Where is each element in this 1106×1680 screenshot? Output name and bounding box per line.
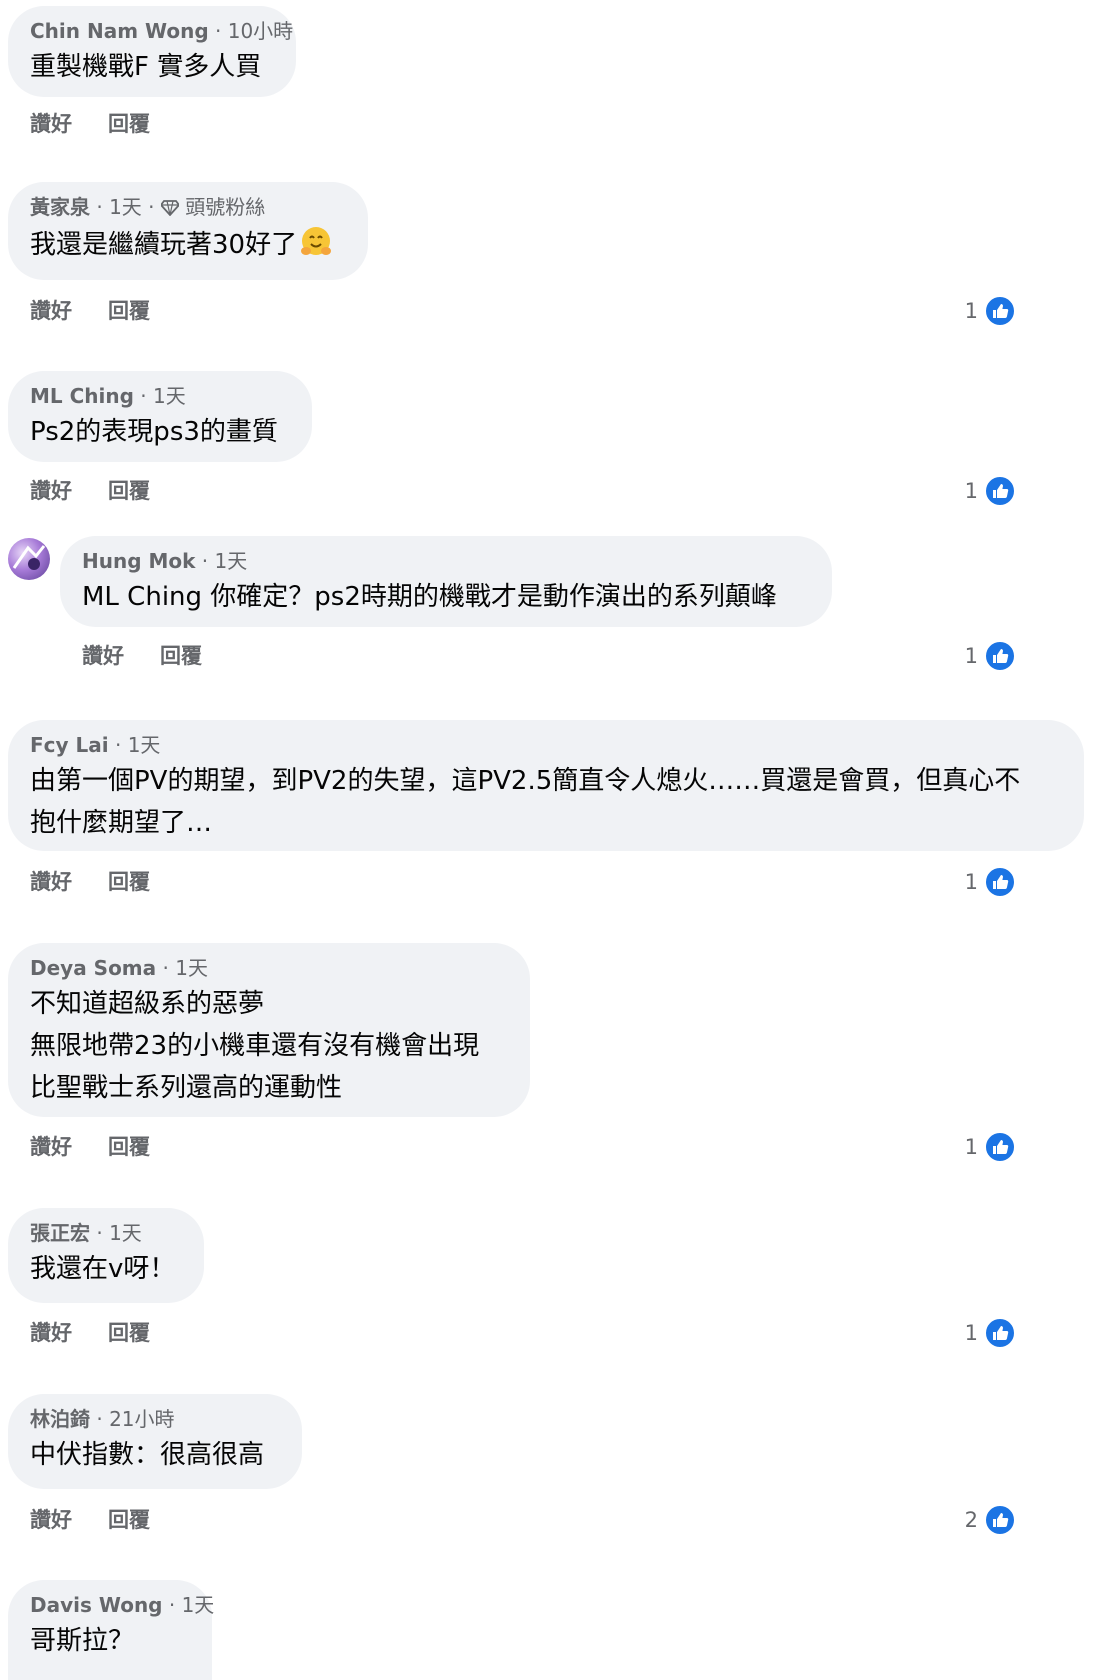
- reply-button[interactable]: 回覆: [108, 1135, 150, 1159]
- like-button[interactable]: 讚好: [30, 870, 72, 894]
- reply-button[interactable]: 回覆: [108, 299, 150, 323]
- reply-button[interactable]: 回覆: [108, 479, 150, 503]
- comment-time[interactable]: 1天: [182, 1593, 215, 1617]
- comment-actions: 讚好 回覆: [82, 643, 202, 669]
- comment-author[interactable]: Chin Nam Wong: [30, 19, 209, 43]
- comment-actions: 讚好 回覆: [30, 869, 150, 895]
- comment-meta: Chin Nam Wong · 10小時: [30, 19, 294, 43]
- comment-bubble: Fcy Lai · 1天 由第一個PV的期望，到PV2的失望，這PV2.5簡直令…: [8, 720, 1084, 851]
- reply-button[interactable]: 回覆: [108, 1321, 150, 1345]
- comment-bubble: Deya Soma · 1天 不知道超級系的惡夢 無限地帶23的小機車還有沒有機…: [8, 943, 530, 1117]
- thumbs-up-icon: [984, 1504, 1016, 1536]
- reaction-number: 2: [964, 1508, 978, 1532]
- comment-author[interactable]: Hung Mok: [82, 549, 195, 573]
- reaction-count[interactable]: 1: [936, 475, 1016, 507]
- comment-author[interactable]: ML Ching: [30, 384, 134, 408]
- comment-time[interactable]: 21小時: [109, 1407, 174, 1431]
- reply-button[interactable]: 回覆: [160, 644, 202, 668]
- comment-time[interactable]: 1天: [109, 195, 142, 219]
- reaction-number: 1: [964, 479, 978, 503]
- thumbs-up-icon: [984, 866, 1016, 898]
- comment-author[interactable]: Davis Wong: [30, 1593, 163, 1617]
- comment-bubble: 林泊錡 · 21小時 中伏指數：很高很高: [8, 1394, 302, 1489]
- comment-time[interactable]: 10小時: [228, 19, 293, 43]
- comment-line: 比聖戰士系列還高的運動性: [30, 1073, 343, 1103]
- comment-time[interactable]: 1天: [128, 733, 161, 757]
- like-button[interactable]: 讚好: [30, 112, 72, 136]
- comment-line: 不知道超級系的惡夢: [30, 989, 265, 1019]
- comment-actions: 讚好 回覆: [30, 1507, 150, 1533]
- comment-text: 不知道超級系的惡夢 無限地帶23的小機車還有沒有機會出現 比聖戰士系列還高的運動…: [30, 983, 508, 1109]
- comment-meta: 黃家泉 · 1天 · 頭號粉絲: [30, 194, 346, 222]
- like-button[interactable]: 讚好: [82, 644, 124, 668]
- thumbs-up-icon: [984, 1317, 1016, 1349]
- comment-author[interactable]: 黃家泉: [30, 195, 90, 219]
- like-button[interactable]: 讚好: [30, 1321, 72, 1345]
- comment-line: 無限地帶23的小機車還有沒有機會出現: [30, 1031, 480, 1061]
- reply-button[interactable]: 回覆: [108, 870, 150, 894]
- reaction-count[interactable]: 1: [936, 1131, 1016, 1163]
- thumbs-up-icon: [984, 475, 1016, 507]
- comment-time[interactable]: 1天: [153, 384, 186, 408]
- thumbs-up-icon: [984, 640, 1016, 672]
- diamond-icon: [159, 196, 181, 222]
- comment-time[interactable]: 1天: [109, 1221, 142, 1245]
- comment-text: 重製機戰F 實多人買: [30, 52, 262, 82]
- reaction-number: 1: [964, 644, 978, 668]
- comment-text: 我還在v呀！: [30, 1254, 176, 1284]
- comment-author[interactable]: 張正宏: [30, 1221, 90, 1245]
- comment-text-body: 我還是繼續玩著30好了: [30, 230, 298, 260]
- comment-actions: 讚好 回覆: [30, 1134, 150, 1160]
- comment-actions: 讚好 回覆: [30, 298, 150, 324]
- comment-bubble: 張正宏 · 1天 我還在v呀！: [8, 1208, 204, 1303]
- comment-text: 由第一個PV的期望，到PV2的失望，這PV2.5簡直令人熄火……買還是會買，但真…: [30, 766, 1021, 838]
- comment-time[interactable]: 1天: [215, 549, 248, 573]
- reaction-count[interactable]: 2: [936, 1504, 1016, 1536]
- reaction-number: 1: [964, 870, 978, 894]
- comment-text: 中伏指數：很高很高: [30, 1440, 265, 1470]
- like-button[interactable]: 讚好: [30, 1508, 72, 1532]
- comment-actions: 讚好 回覆: [30, 111, 150, 137]
- comment-meta: Fcy Lai · 1天: [30, 733, 161, 757]
- comment-text: ML Ching 你確定？ps2時期的機戰才是動作演出的系列顛峰: [82, 582, 777, 612]
- comment-meta: ML Ching · 1天: [30, 384, 186, 408]
- comment-bubble: ML Ching · 1天 Ps2的表現ps3的畫質: [8, 371, 312, 462]
- comment-author[interactable]: Deya Soma: [30, 956, 156, 980]
- comment-meta: Davis Wong · 1天: [30, 1593, 215, 1617]
- comment-bubble: Chin Nam Wong · 10小時 重製機戰F 實多人買: [8, 6, 296, 97]
- avatar[interactable]: [8, 538, 50, 580]
- reaction-count[interactable]: 1: [936, 295, 1016, 327]
- reaction-count[interactable]: 1: [936, 640, 1016, 672]
- comment-bubble: Davis Wong · 1天 哥斯拉？: [8, 1580, 215, 1680]
- reaction-number: 1: [964, 299, 978, 323]
- like-button[interactable]: 讚好: [30, 299, 72, 323]
- like-button[interactable]: 讚好: [30, 479, 72, 503]
- thumbs-up-icon: [984, 295, 1016, 327]
- reaction-count[interactable]: 1: [936, 1317, 1016, 1349]
- comment-text: 我還是繼續玩著30好了: [30, 224, 346, 272]
- comment-bubble: Hung Mok · 1天 ML Ching 你確定？ps2時期的機戰才是動作演…: [60, 536, 832, 627]
- comment-meta: Deya Soma · 1天: [30, 956, 208, 980]
- reply-button[interactable]: 回覆: [108, 1508, 150, 1532]
- comment-bubble: 黃家泉 · 1天 · 頭號粉絲 我還是繼續玩著30好了: [8, 182, 368, 280]
- top-fan-badge: 頭號粉絲: [185, 195, 266, 219]
- like-button[interactable]: 讚好: [30, 1135, 72, 1159]
- comment-text: Ps2的表現ps3的畫質: [30, 417, 278, 447]
- comment-time[interactable]: 1天: [175, 956, 208, 980]
- reaction-number: 1: [964, 1135, 978, 1159]
- comment-meta: 張正宏 · 1天: [30, 1221, 142, 1245]
- comment-actions: 讚好 回覆: [30, 1320, 150, 1346]
- reaction-number: 1: [964, 1321, 978, 1345]
- comment-text: 哥斯拉？: [30, 1626, 135, 1656]
- comment-author[interactable]: Fcy Lai: [30, 733, 109, 757]
- reaction-count[interactable]: 1: [936, 866, 1016, 898]
- reply-button[interactable]: 回覆: [108, 112, 150, 136]
- comment-meta: Hung Mok · 1天: [82, 549, 248, 573]
- thumbs-up-icon: [984, 1131, 1016, 1163]
- comment-meta: 林泊錡 · 21小時: [30, 1407, 175, 1431]
- hugging-face-emoji: [299, 225, 333, 272]
- comment-author[interactable]: 林泊錡: [30, 1407, 90, 1431]
- comment-actions: 讚好 回覆: [30, 478, 150, 504]
